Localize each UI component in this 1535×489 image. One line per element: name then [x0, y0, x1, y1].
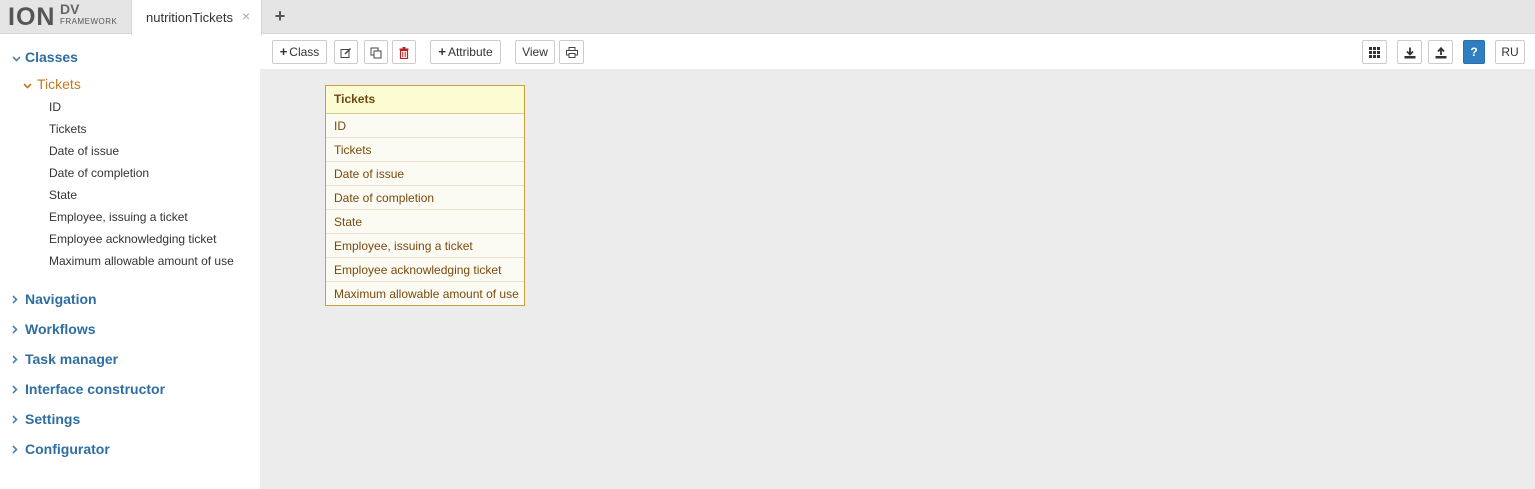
chevron-right-icon	[12, 293, 25, 307]
chevron-right-icon	[12, 383, 25, 397]
sidebar-attribute-item[interactable]: Employee acknowledging ticket	[49, 232, 216, 246]
sidebar-section-interface-constructor[interactable]: Interface constructor	[12, 381, 165, 401]
logo-ion-text: ION	[8, 3, 56, 31]
add-tab-icon[interactable]: +	[272, 6, 288, 26]
class-attribute-row[interactable]: Employee, issuing a ticket	[326, 234, 524, 258]
sidebar-section-navigation[interactable]: Navigation	[12, 291, 97, 311]
sidebar-section-label: Settings	[25, 411, 81, 427]
tab-label: nutritionTickets	[146, 10, 233, 25]
class-attribute-row[interactable]: Date of completion	[326, 186, 524, 210]
sidebar-section-classes[interactable]: Classes	[12, 49, 78, 69]
print-icon	[565, 45, 578, 59]
add-attribute-button[interactable]: + Attribute	[430, 40, 501, 64]
sidebar-section-label: Classes	[25, 49, 78, 65]
logo-dv-text: DV	[60, 1, 80, 17]
chevron-right-icon	[12, 443, 25, 457]
top-bar: ION DV FRAMEWORK nutritionTickets × +	[0, 0, 1535, 35]
class-attribute-row[interactable]: Tickets	[326, 138, 524, 162]
logo-framework-text: FRAMEWORK	[60, 17, 118, 26]
chevron-right-icon	[12, 353, 25, 367]
add-class-label: Class	[289, 45, 320, 59]
sidebar-section-workflows[interactable]: Workflows	[12, 321, 96, 341]
class-card-title[interactable]: Tickets	[326, 86, 524, 114]
class-attribute-row[interactable]: State	[326, 210, 524, 234]
diagram-canvas[interactable]: Tickets ID Tickets Date of issue Date of…	[260, 69, 1535, 489]
sidebar-attribute-item[interactable]: Employee, issuing a ticket	[49, 210, 188, 224]
ion-dv-logo[interactable]: ION DV FRAMEWORK	[8, 1, 128, 31]
download-button[interactable]	[1397, 40, 1422, 64]
print-button[interactable]	[559, 40, 584, 64]
sidebar-section-task-manager[interactable]: Task manager	[12, 351, 118, 371]
sidebar-class-tickets[interactable]: Tickets	[23, 76, 81, 92]
sidebar: Classes Tickets ID Tickets Date of issue…	[0, 35, 260, 489]
download-icon	[1404, 45, 1416, 59]
toolbar: + Class + Attribute View ? RU	[260, 35, 1535, 69]
class-card-tickets[interactable]: Tickets ID Tickets Date of issue Date of…	[325, 85, 525, 306]
sidebar-section-label: Navigation	[25, 291, 97, 307]
copy-icon	[370, 45, 382, 59]
class-attribute-row[interactable]: ID	[326, 114, 524, 138]
add-attribute-label: Attribute	[447, 45, 493, 59]
chevron-right-icon	[12, 323, 25, 337]
trash-icon	[399, 45, 409, 59]
grid-icon	[1369, 45, 1380, 59]
tab-nutrition-tickets[interactable]: nutritionTickets ×	[131, 0, 262, 35]
sidebar-section-label: Interface constructor	[25, 381, 166, 397]
language-button[interactable]: RU	[1495, 40, 1525, 64]
sidebar-section-configurator[interactable]: Configurator	[12, 441, 110, 461]
chevron-down-icon	[12, 51, 25, 65]
chevron-right-icon	[12, 413, 25, 427]
sidebar-section-label: Task manager	[25, 351, 119, 367]
add-class-button[interactable]: + Class	[272, 40, 327, 64]
view-button[interactable]: View	[515, 40, 555, 64]
class-attribute-row[interactable]: Employee acknowledging ticket	[326, 258, 524, 282]
class-attribute-row[interactable]: Maximum allowable amount of use	[326, 282, 524, 306]
sidebar-attribute-item[interactable]: ID	[49, 100, 61, 114]
upload-icon	[1435, 45, 1447, 59]
sidebar-attribute-item[interactable]: Date of issue	[49, 144, 119, 158]
plus-icon: +	[279, 44, 288, 59]
chevron-down-icon	[23, 80, 37, 92]
plus-icon: +	[438, 44, 446, 59]
sidebar-attribute-item[interactable]: Date of completion	[49, 166, 149, 180]
delete-button[interactable]	[392, 40, 416, 64]
edit-button[interactable]	[334, 40, 358, 64]
class-attribute-row[interactable]: Date of issue	[326, 162, 524, 186]
help-button[interactable]: ?	[1463, 40, 1485, 64]
sidebar-section-settings[interactable]: Settings	[12, 411, 80, 431]
upload-button[interactable]	[1428, 40, 1453, 64]
edit-icon	[340, 45, 352, 59]
sidebar-attribute-item[interactable]: Tickets	[49, 122, 87, 136]
sidebar-attribute-item[interactable]: State	[49, 188, 77, 202]
copy-button[interactable]	[364, 40, 388, 64]
tab-close-icon[interactable]: ×	[242, 8, 250, 24]
sidebar-section-label: Configurator	[25, 441, 110, 457]
grid-view-button[interactable]	[1362, 40, 1387, 64]
sidebar-section-label: Workflows	[25, 321, 96, 337]
sidebar-class-label: Tickets	[37, 76, 81, 92]
sidebar-attribute-item[interactable]: Maximum allowable amount of use	[49, 254, 234, 268]
